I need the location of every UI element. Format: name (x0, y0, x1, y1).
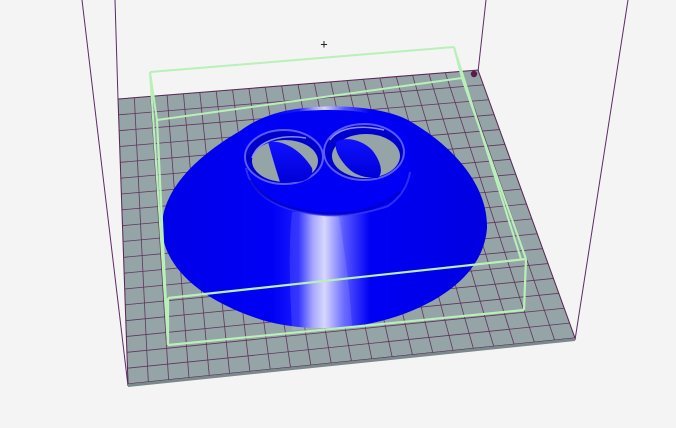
build-volume-edge-front-right (574, 0, 629, 341)
crosshair-icon: + (320, 37, 327, 51)
build-volume-edge-back-right (477, 0, 487, 73)
3d-scene[interactable]: + (0, 0, 676, 428)
build-volume-edge-back-left (114, 0, 119, 100)
3d-viewport[interactable]: + (0, 0, 676, 428)
origin-dot-icon (470, 70, 478, 78)
model-hole-left (244, 129, 324, 185)
model-hole-right (323, 123, 405, 181)
